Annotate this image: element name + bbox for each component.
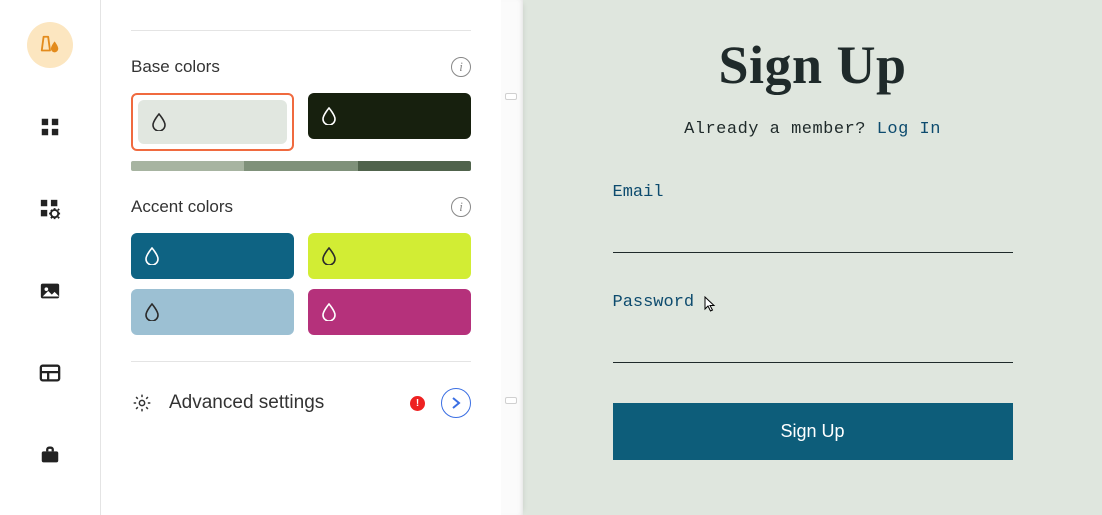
drop-icon	[152, 113, 166, 131]
base-shade-bar	[131, 161, 471, 171]
rail-briefcase[interactable]	[27, 432, 73, 478]
colors-icon	[39, 34, 61, 56]
subtext: Already a member? Log In	[684, 120, 941, 139]
side-rail	[0, 0, 100, 515]
password-input[interactable]	[613, 324, 1013, 341]
color-panel: Base colors i Accent c	[101, 0, 501, 515]
expand-button[interactable]	[441, 388, 471, 418]
gear-icon	[131, 392, 153, 414]
drop-icon	[145, 303, 159, 321]
info-icon[interactable]: i	[451, 57, 471, 77]
image-icon	[39, 280, 61, 302]
email-label: Email	[613, 183, 1013, 202]
base-swatch-2[interactable]	[308, 93, 471, 139]
drop-icon	[322, 107, 336, 125]
signup-button[interactable]: Sign Up	[613, 403, 1013, 460]
layout-icon	[39, 362, 61, 384]
accent-swatch-4[interactable]	[308, 289, 471, 335]
signup-heading: Sign Up	[718, 34, 906, 96]
email-field-group: Email	[613, 183, 1013, 253]
email-input[interactable]	[613, 214, 1013, 231]
rail-settings-grid[interactable]	[27, 186, 73, 232]
rail-image[interactable]	[27, 268, 73, 314]
mouse-cursor-icon	[703, 296, 719, 312]
briefcase-icon	[39, 444, 61, 466]
password-label: Password	[613, 293, 695, 312]
rail-grid[interactable]	[27, 104, 73, 150]
accent-swatch-1[interactable]	[131, 233, 294, 279]
drop-icon	[322, 247, 336, 265]
base-colors-section: Base colors i	[131, 57, 471, 171]
chevron-right-icon	[451, 397, 461, 409]
rail-colors[interactable]	[27, 22, 73, 68]
accent-swatch-3[interactable]	[131, 289, 294, 335]
preview-canvas: Sign Up Already a member? Log In Email P…	[523, 0, 1102, 515]
accent-colors-section: Accent colors i	[131, 197, 471, 335]
subtext-prefix: Already a member?	[684, 120, 877, 139]
drop-icon	[145, 247, 159, 265]
drop-icon	[322, 303, 336, 321]
login-link[interactable]: Log In	[877, 120, 941, 139]
alert-badge: !	[410, 396, 425, 411]
base-swatch-1[interactable]	[138, 100, 287, 144]
base-swatch-1-selected-frame	[131, 93, 294, 151]
rail-layout[interactable]	[27, 350, 73, 396]
password-field-group: Password	[613, 293, 1013, 363]
accent-swatch-2[interactable]	[308, 233, 471, 279]
advanced-settings-label: Advanced settings	[169, 392, 394, 414]
info-icon[interactable]: i	[451, 197, 471, 217]
page-edge	[501, 0, 523, 515]
advanced-settings-row[interactable]: Advanced settings !	[131, 388, 471, 418]
grid-gear-icon	[39, 198, 61, 220]
grid-icon	[39, 116, 61, 138]
base-colors-title: Base colors	[131, 57, 220, 77]
accent-colors-title: Accent colors	[131, 197, 233, 217]
